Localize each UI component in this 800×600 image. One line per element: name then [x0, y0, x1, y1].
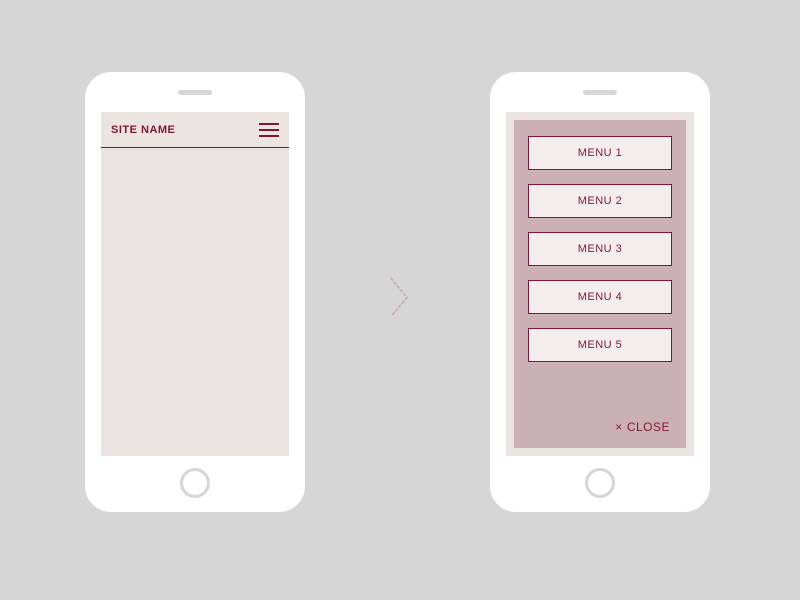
phone-frame-closed: SITE NAME	[85, 72, 305, 512]
phone-speaker	[583, 90, 617, 95]
menu-item-2[interactable]: MENU 2	[528, 184, 672, 218]
hamburger-menu-icon[interactable]	[259, 120, 279, 140]
menu-item-3[interactable]: MENU 3	[528, 232, 672, 266]
phone-speaker	[178, 90, 212, 95]
app-header: SITE NAME	[101, 112, 289, 148]
menu-item-1[interactable]: MENU 1	[528, 136, 672, 170]
phone-frame-open: MENU 1 MENU 2 MENU 3 MENU 4 MENU 5 × CLO…	[490, 72, 710, 512]
menu-overlay-panel: MENU 1 MENU 2 MENU 3 MENU 4 MENU 5 × CLO…	[514, 120, 686, 448]
phone-home-button	[585, 468, 615, 498]
menu-item-4[interactable]: MENU 4	[528, 280, 672, 314]
site-name-label: SITE NAME	[111, 124, 175, 136]
menu-list: MENU 1 MENU 2 MENU 3 MENU 4 MENU 5	[528, 136, 672, 362]
phone-screen-closed: SITE NAME	[101, 112, 289, 456]
close-label: CLOSE	[627, 420, 670, 434]
close-menu-button[interactable]: × CLOSE	[528, 414, 672, 438]
phone-home-button	[180, 468, 210, 498]
transition-arrow-icon	[385, 273, 415, 328]
menu-item-5[interactable]: MENU 5	[528, 328, 672, 362]
close-icon: ×	[615, 421, 623, 433]
phone-screen-open: MENU 1 MENU 2 MENU 3 MENU 4 MENU 5 × CLO…	[506, 112, 694, 456]
